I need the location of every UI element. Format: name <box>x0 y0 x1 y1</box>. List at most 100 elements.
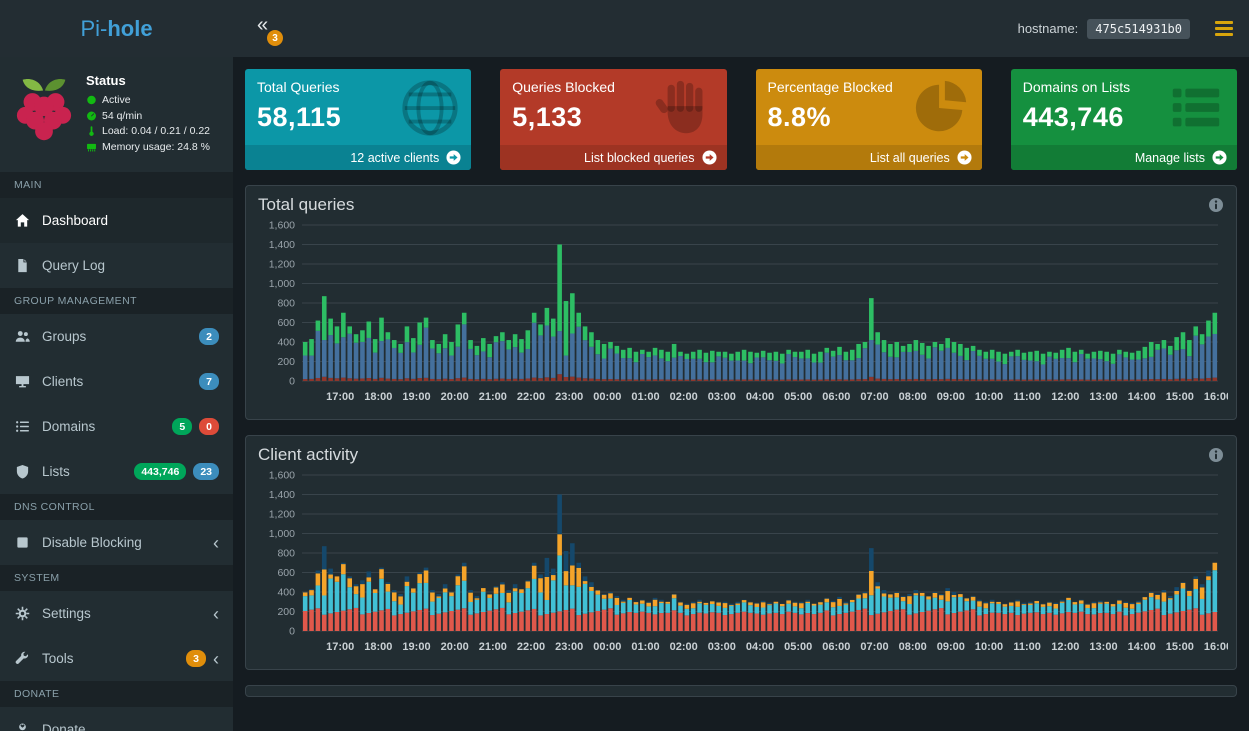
sidebar-item-query-log[interactable]: Query Log <box>0 243 233 288</box>
sidebar-item-label: Query Log <box>42 258 105 273</box>
svg-text:200: 200 <box>277 606 295 618</box>
chevron-left-icon: ‹ <box>213 534 219 552</box>
hostname-value: 475c514931b0 <box>1087 19 1190 39</box>
svg-text:14:00: 14:00 <box>1128 391 1156 403</box>
svg-text:02:00: 02:00 <box>670 391 698 403</box>
sidebar-item-label: Disable Blocking <box>42 535 142 550</box>
card-footer-link[interactable]: 12 active clients <box>245 145 471 170</box>
info-icon[interactable] <box>1208 197 1224 213</box>
menu-section-header: SYSTEM <box>0 565 233 591</box>
list-icon <box>14 419 31 434</box>
svg-text:22:00: 22:00 <box>517 391 545 403</box>
wrench-icon <box>14 651 31 666</box>
sidebar-item-clients[interactable]: Clients7 <box>0 359 233 404</box>
svg-text:10:00: 10:00 <box>975 641 1003 653</box>
update-count-badge[interactable]: 3 <box>267 30 283 46</box>
sidebar-item-settings[interactable]: Settings‹ <box>0 591 233 636</box>
svg-text:400: 400 <box>277 587 295 599</box>
brand-logo[interactable]: Pi-hole <box>0 0 233 57</box>
sidebar-item-domains[interactable]: Domains50 <box>0 404 233 449</box>
summary-card-domains-on-lists: Domains on Lists443,746Manage lists <box>1011 69 1237 170</box>
svg-text:18:00: 18:00 <box>364 641 392 653</box>
svg-text:11:00: 11:00 <box>1013 391 1041 403</box>
count-badge: 2 <box>199 328 219 345</box>
status-lines: Status Active54 q/minLoad: 0.04 / 0.21 /… <box>86 71 210 156</box>
thermometer-icon <box>86 125 97 137</box>
sidebar-item-tools[interactable]: Tools3‹ <box>0 636 233 681</box>
svg-text:21:00: 21:00 <box>479 391 507 403</box>
svg-text:01:00: 01:00 <box>631 391 659 403</box>
sidebar-item-dashboard[interactable]: Dashboard <box>0 198 233 243</box>
svg-text:600: 600 <box>277 317 295 329</box>
arrow-circle-icon <box>1212 150 1227 165</box>
svg-text:00:00: 00:00 <box>593 641 621 653</box>
arrow-circle-icon <box>702 150 717 165</box>
sidebar-collapse-icon[interactable]: « <box>257 14 266 36</box>
total-queries-chart[interactable]: 02004006008001,0001,2001,4001,60017:0018… <box>254 217 1228 413</box>
svg-text:1,000: 1,000 <box>269 278 295 290</box>
svg-text:16:00: 16:00 <box>1204 391 1228 403</box>
sidebar-item-label: Dashboard <box>42 213 108 228</box>
count-badge: 23 <box>193 463 219 480</box>
sidebar-item-lists[interactable]: Lists443,74623 <box>0 449 233 494</box>
card-value: 8.8% <box>768 102 970 133</box>
chevron-left-icon: ‹ <box>213 650 219 668</box>
svg-text:07:00: 07:00 <box>860 641 888 653</box>
card-value: 58,115 <box>257 102 459 133</box>
card-title: Domains on Lists <box>1023 79 1225 95</box>
brand-text: Pi- <box>80 16 107 42</box>
summary-card-queries-blocked: Queries Blocked5,133List blocked queries <box>500 69 726 170</box>
svg-text:1,400: 1,400 <box>269 489 295 501</box>
status-item-text: Active <box>102 94 131 106</box>
svg-text:13:00: 13:00 <box>1089 391 1117 403</box>
svg-text:12:00: 12:00 <box>1051 641 1079 653</box>
gears-icon <box>14 606 31 621</box>
svg-text:1,400: 1,400 <box>269 239 295 251</box>
svg-text:20:00: 20:00 <box>441 641 469 653</box>
svg-text:07:00: 07:00 <box>860 391 888 403</box>
sidebar: Status Active54 q/minLoad: 0.04 / 0.21 /… <box>0 57 233 731</box>
panel-client-activity: Client activity 02004006008001,0001,2001… <box>245 435 1237 670</box>
card-title: Queries Blocked <box>512 79 714 95</box>
users-icon <box>14 329 31 344</box>
svg-text:13:00: 13:00 <box>1089 641 1117 653</box>
sidebar-item-donate[interactable]: Donate <box>0 707 233 731</box>
card-footer-label: Manage lists <box>1135 151 1205 165</box>
client-activity-chart[interactable]: 02004006008001,0001,2001,4001,60017:0018… <box>254 467 1228 663</box>
home-icon <box>14 213 31 228</box>
svg-text:12:00: 12:00 <box>1051 391 1079 403</box>
panel-header: Client activity <box>246 436 1236 467</box>
svg-text:11:00: 11:00 <box>1013 641 1041 653</box>
sidebar-item-disable-blocking[interactable]: Disable Blocking ‹ <box>0 520 233 565</box>
card-footer-label: 12 active clients <box>350 151 439 165</box>
navbar-left: « 3 <box>233 0 266 57</box>
hamburger-menu-icon[interactable] <box>1215 21 1233 36</box>
svg-text:03:00: 03:00 <box>708 391 736 403</box>
count-badge: 0 <box>199 418 219 435</box>
sidebar-item-groups[interactable]: Groups2 <box>0 314 233 359</box>
card-footer-link[interactable]: Manage lists <box>1011 145 1237 170</box>
svg-text:1,000: 1,000 <box>269 528 295 540</box>
svg-text:1,600: 1,600 <box>269 470 295 482</box>
svg-text:1,600: 1,600 <box>269 220 295 232</box>
svg-text:15:00: 15:00 <box>1166 391 1194 403</box>
svg-text:06:00: 06:00 <box>822 391 850 403</box>
navbar-right: hostname: 475c514931b0 <box>1018 0 1249 57</box>
donate-icon <box>14 722 31 731</box>
panel-title: Client activity <box>258 445 358 465</box>
card-footer-label: List blocked queries <box>584 151 694 165</box>
card-footer-link[interactable]: List all queries <box>756 145 982 170</box>
summary-cards-row: Total Queries58,11512 active clientsQuer… <box>245 69 1237 170</box>
svg-text:17:00: 17:00 <box>326 641 354 653</box>
menu-section-header: DONATE <box>0 681 233 707</box>
status-items: Active54 q/minLoad: 0.04 / 0.21 / 0.22Me… <box>86 94 210 153</box>
count-badge: 443,746 <box>134 463 186 480</box>
chevron-left-icon: ‹ <box>213 605 219 623</box>
card-footer-link[interactable]: List blocked queries <box>500 145 726 170</box>
total-queries-chart-body: 02004006008001,0001,2001,4001,60017:0018… <box>246 217 1236 419</box>
info-icon[interactable] <box>1208 447 1224 463</box>
svg-text:22:00: 22:00 <box>517 641 545 653</box>
count-badge: 7 <box>199 373 219 390</box>
menu-section-header: DNS CONTROL <box>0 494 233 520</box>
brand-text-bold: hole <box>107 16 152 42</box>
